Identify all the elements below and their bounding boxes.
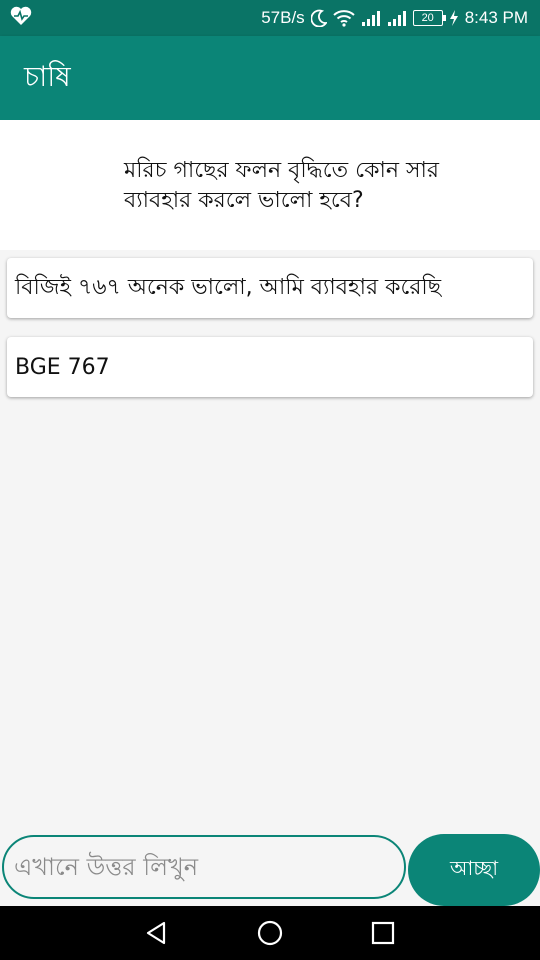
charging-icon xyxy=(449,10,459,26)
submit-button[interactable]: আচ্ছা xyxy=(408,834,540,906)
answer-text: BGE 767 xyxy=(15,354,110,380)
question-text: মরিচ গাছের ফলন বৃদ্ধিতে কোন সার ব্যাবহার… xyxy=(124,158,439,213)
app-title: চাষি xyxy=(24,59,71,93)
answer-card[interactable]: বিজিই ৭৬৭ অনেক ভালো, আমি ব্যাবহার করেছি xyxy=(7,258,533,318)
battery-icon: 20 xyxy=(412,10,446,26)
network-speed: 57B/s xyxy=(261,8,305,27)
wifi-icon xyxy=(333,9,355,27)
moon-icon xyxy=(310,9,327,27)
status-right: 57B/s 20 8:43 PM xyxy=(261,8,528,28)
answer-text: বিজিই ৭৬৭ অনেক ভালো, আমি ব্যাবহার করেছি xyxy=(15,274,442,300)
signal-icon xyxy=(387,9,407,27)
status-left xyxy=(10,6,32,31)
status-bar: 57B/s 20 8:43 PM xyxy=(0,0,540,36)
signal-icon xyxy=(361,9,381,27)
recents-icon[interactable] xyxy=(359,909,407,957)
answer-compose-bar: আচ্ছা xyxy=(0,834,540,906)
battery-level: 20 xyxy=(421,12,434,24)
app-bar: চাষি xyxy=(0,36,540,120)
answer-input[interactable] xyxy=(2,835,406,899)
back-icon[interactable] xyxy=(133,909,181,957)
home-icon[interactable] xyxy=(246,909,294,957)
health-icon xyxy=(10,6,32,31)
question-panel: মরিচ গাছের ফলন বৃদ্ধিতে কোন সার ব্যাবহার… xyxy=(0,120,540,250)
answer-card[interactable]: BGE 767 xyxy=(7,337,533,397)
clock: 8:43 PM xyxy=(464,8,528,27)
navigation-bar xyxy=(0,906,540,960)
